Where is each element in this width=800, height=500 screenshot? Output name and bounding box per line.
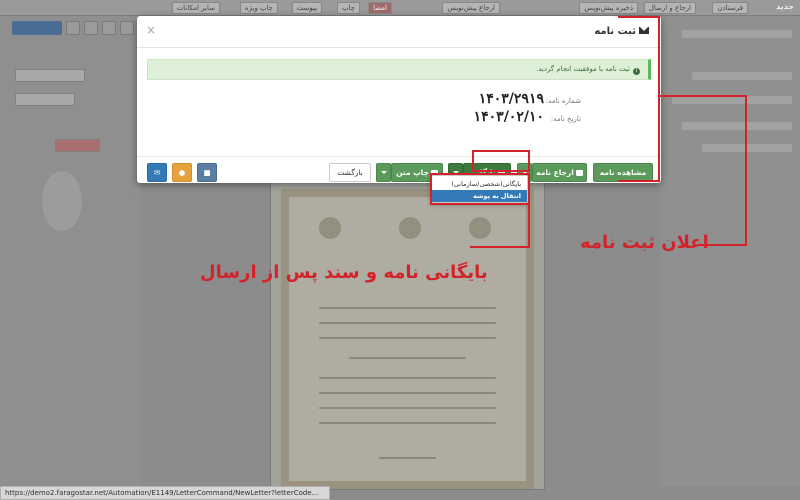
letter-number-label: شماره نامه: — [545, 97, 581, 105]
top-toolbar: جدید فرستادن امضا ارجاع پیش‌نویس ذخیره پ… — [0, 0, 800, 16]
letter-date-label: تاریخ نامه: — [550, 115, 581, 123]
close-icon[interactable]: × — [146, 23, 156, 37]
annotation-archive-button-box — [472, 150, 530, 172]
truck-icon[interactable]: ■ — [197, 163, 217, 182]
annotation-dropdown-box — [430, 173, 530, 205]
emblem-icon — [399, 217, 421, 239]
letter-document-image — [270, 180, 545, 490]
letter-number-value: ۱۴۰۳/۲۹۱۹ — [478, 91, 544, 107]
letter-date-value: ۱۴۰۳/۰۲/۱۰ — [473, 109, 544, 125]
topbar-button-send[interactable]: فرستادن — [712, 2, 748, 14]
left-red-chip[interactable] — [55, 139, 100, 152]
topbar-button-refer-draft[interactable]: ارجاع پیش‌نویس — [442, 2, 500, 14]
left-square-button[interactable] — [102, 21, 116, 35]
topbar-button-special-print[interactable]: چاپ ویژه — [239, 2, 278, 14]
refer-letter-button[interactable]: ارجاع نامه — [532, 163, 587, 182]
bell-icon[interactable]: ● — [172, 163, 192, 182]
stamp-icon — [42, 171, 82, 231]
topbar-button-print[interactable]: چاپ — [336, 2, 360, 14]
left-square-button[interactable] — [120, 21, 134, 35]
annotation-archive-label: بایگانی نامه و سند پس از ارسال — [200, 262, 488, 283]
left-square-button[interactable] — [66, 21, 80, 35]
modal-footer: مشاهده نامه ارجاع نامه بایگانی چاپ متن ب… — [137, 156, 661, 183]
chevron-down-icon — [380, 171, 387, 174]
modal-header: ثبت نامه × — [137, 16, 661, 48]
annotation-line — [470, 246, 530, 248]
annotation-line — [745, 95, 747, 245]
alert-text: ثبت نامه با موفقیت انجام گردید. — [535, 65, 630, 73]
annotation-register-box — [618, 16, 660, 182]
back-button[interactable]: بازگشت — [329, 163, 371, 182]
certificate-frame — [281, 189, 534, 489]
reply-icon — [575, 170, 583, 176]
print-dropdown-toggle[interactable] — [376, 163, 391, 182]
topbar-button-attach[interactable]: پیوست — [291, 2, 322, 14]
annotation-line — [660, 95, 746, 97]
brand-label: جدید — [775, 2, 794, 11]
annotation-register-label: اعلان ثبت نامه — [580, 232, 709, 253]
register-letter-modal: ثبت نامه × iثبت نامه با موفقیت انجام گرد… — [137, 16, 661, 183]
left-panel — [0, 16, 140, 486]
left-square-button[interactable] — [84, 21, 98, 35]
left-chip[interactable] — [15, 93, 75, 106]
topbar-button-more[interactable]: سایر امکانات — [171, 2, 220, 14]
topbar-button-save-draft[interactable]: ذخیره پیش‌نویس — [579, 2, 638, 14]
status-bar-url: https://demo2.faragostar.net/Automation/… — [0, 486, 330, 500]
logo-icon — [469, 217, 491, 239]
annotation-line — [528, 205, 530, 247]
logo-icon — [319, 217, 341, 239]
success-alert: iثبت نامه با موفقیت انجام گردید. — [147, 59, 651, 80]
left-chip[interactable] — [15, 69, 85, 82]
topbar-button-sign[interactable]: امضا — [368, 2, 392, 14]
left-blue-button[interactable] — [12, 21, 62, 35]
email-icon[interactable]: ✉ — [147, 163, 167, 182]
topbar-button-refer-send[interactable]: ارجاع و ارسال — [643, 2, 696, 14]
